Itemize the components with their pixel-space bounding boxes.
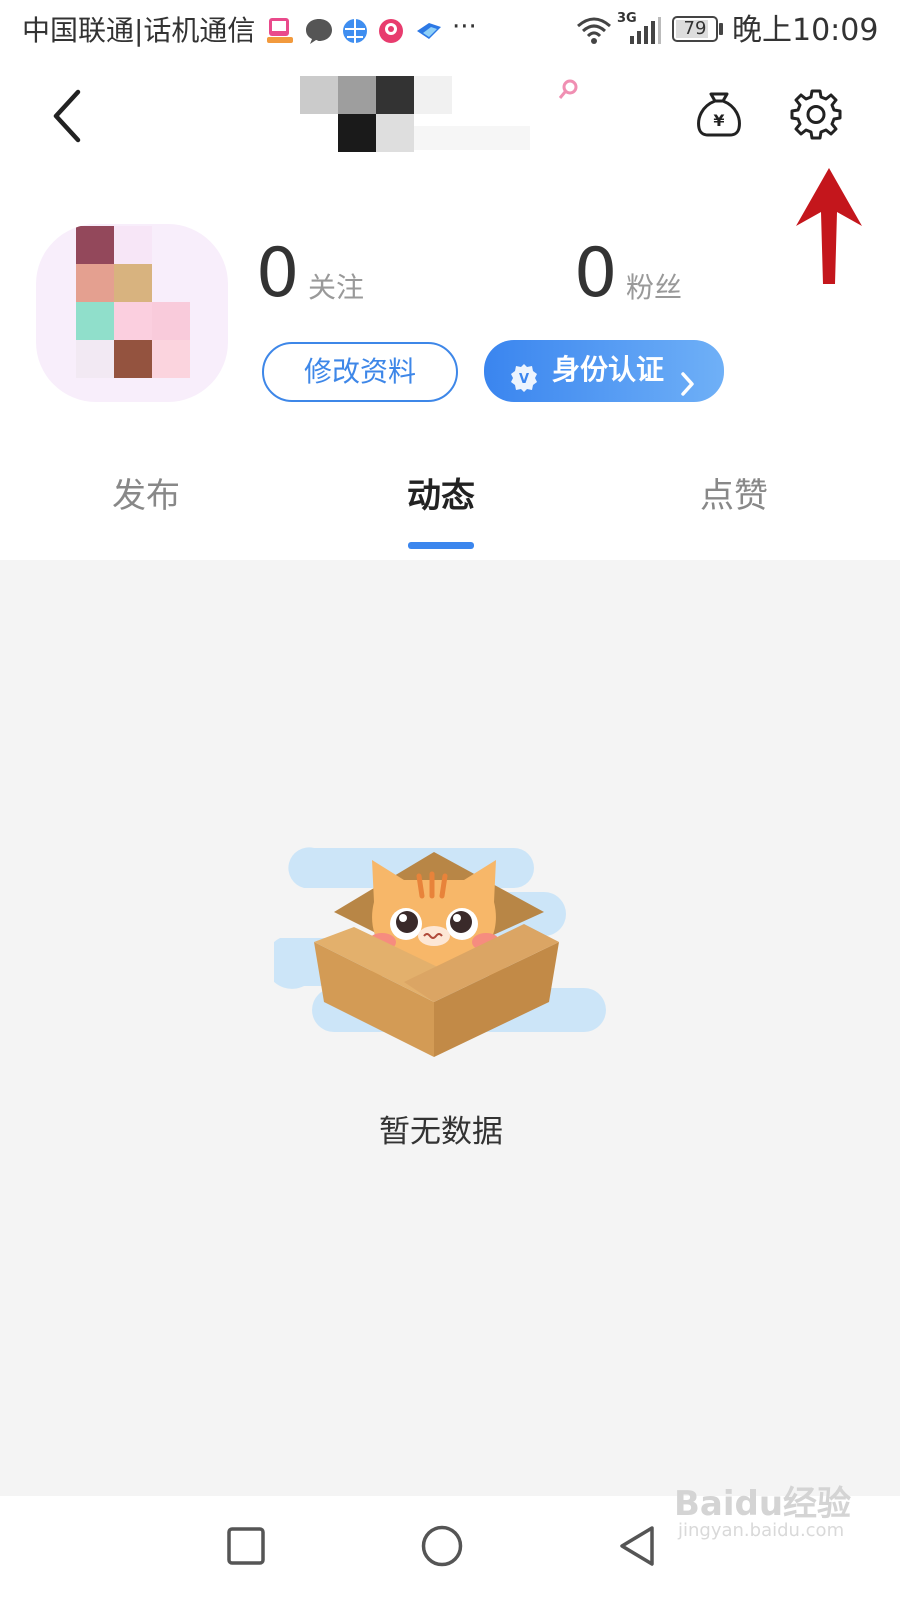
wallet-icon[interactable]: ¥ bbox=[694, 88, 744, 142]
following-label[interactable]: 关注 bbox=[308, 266, 364, 306]
watermark-logo: Baidu经验 bbox=[674, 1484, 852, 1524]
tab-activity[interactable]: 动态 bbox=[341, 466, 541, 526]
identity-verify-button[interactable]: V 身份认证 bbox=[484, 340, 724, 402]
empty-state-message: 暂无数据 bbox=[379, 1114, 503, 1150]
identity-verify-label: 身份认证 bbox=[552, 353, 665, 386]
settings-icon[interactable] bbox=[790, 88, 842, 144]
status-bar: 中国联通|话机通信 ··· 3G 79 晚上10:09 bbox=[0, 0, 900, 62]
following-count[interactable]: 0 bbox=[256, 240, 299, 308]
edit-profile-button[interactable]: 修改资料 bbox=[262, 342, 458, 402]
time-label: 晚上10:09 bbox=[732, 13, 879, 48]
tab-publish[interactable]: 发布 bbox=[46, 466, 246, 526]
bird-app-icon bbox=[415, 17, 443, 49]
message-icon bbox=[304, 17, 334, 49]
more-notifications-icon: ··· bbox=[452, 12, 477, 42]
gender-icon bbox=[558, 78, 580, 104]
signal-icon bbox=[628, 16, 662, 50]
verified-badge-icon: V bbox=[508, 355, 540, 415]
tab-likes[interactable]: 点赞 bbox=[634, 466, 834, 526]
followers-count[interactable]: 0 bbox=[574, 240, 617, 308]
browser-icon bbox=[341, 17, 369, 49]
back-nav-icon[interactable] bbox=[616, 1524, 660, 1572]
watermark-url: jingyan.baidu.com bbox=[678, 1520, 845, 1541]
battery-level: 79 bbox=[683, 18, 707, 39]
home-icon[interactable] bbox=[420, 1524, 464, 1572]
notification-app-icon bbox=[266, 16, 294, 46]
svg-text:V: V bbox=[519, 372, 529, 387]
empty-box-cat-icon bbox=[265, 832, 614, 1076]
back-arrow-icon[interactable] bbox=[48, 86, 88, 150]
followers-label[interactable]: 粉丝 bbox=[626, 266, 682, 306]
active-tab-indicator bbox=[408, 542, 474, 549]
svg-text:¥: ¥ bbox=[713, 111, 724, 130]
activity-feed: 暂无数据 bbox=[0, 560, 900, 1496]
username-mosaic bbox=[300, 76, 530, 154]
app-notification-icon bbox=[377, 16, 405, 50]
battery-cap bbox=[719, 23, 723, 35]
wifi-icon bbox=[574, 14, 614, 50]
profile-header: ¥ bbox=[0, 62, 900, 172]
system-nav-bar: Baidu经验 jingyan.baidu.com bbox=[0, 1484, 900, 1600]
carrier-label: 中国联通|话机通信 bbox=[22, 14, 256, 47]
chevron-right-icon bbox=[680, 358, 696, 418]
avatar[interactable] bbox=[36, 224, 228, 402]
battery-icon: 79 bbox=[672, 16, 718, 42]
annotation-arrow-icon bbox=[792, 162, 866, 296]
recent-apps-icon[interactable] bbox=[226, 1526, 266, 1570]
